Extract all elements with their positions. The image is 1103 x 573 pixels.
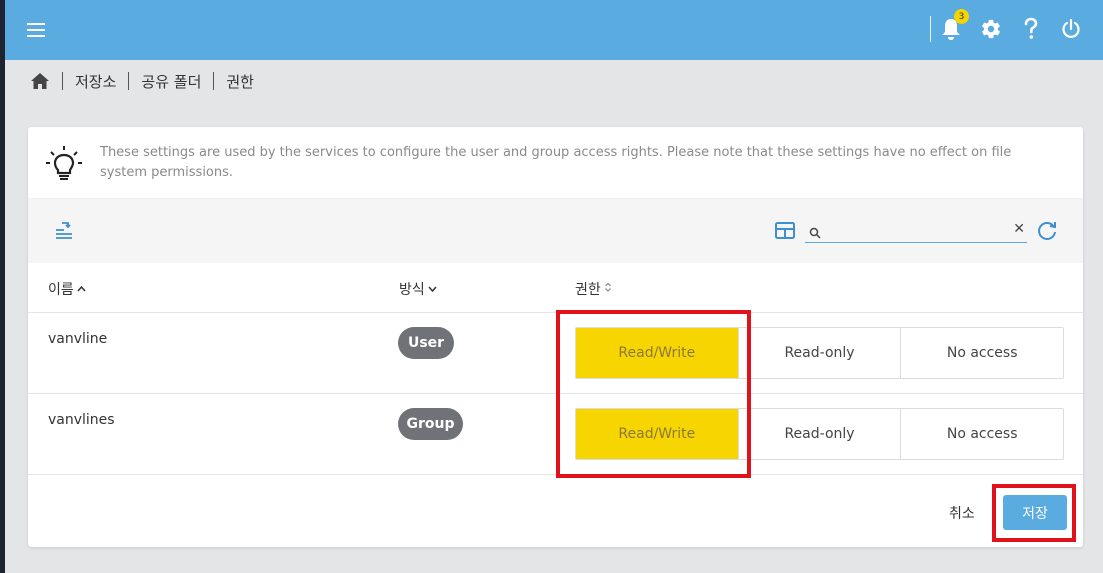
topbar-divider — [930, 16, 931, 42]
cancel-button[interactable]: 취소 — [949, 503, 975, 523]
help-button[interactable] — [1016, 14, 1046, 44]
search-icon — [809, 224, 821, 243]
breadcrumb-separator — [62, 72, 63, 90]
row-name: vanvlines — [48, 412, 115, 428]
search-field: ✕ — [805, 219, 1027, 243]
notifications-button[interactable]: 3 — [936, 9, 969, 44]
table-toolbar: ✕ — [28, 199, 1083, 263]
option-no-access[interactable]: No access — [900, 409, 1063, 459]
column-header-type[interactable]: 방식 — [399, 279, 437, 299]
info-panel: These settings are used by the services … — [28, 127, 1083, 199]
column-header-permission[interactable]: 권한 — [575, 279, 612, 299]
type-chip: Group — [398, 408, 463, 440]
settings-button[interactable] — [976, 14, 1006, 44]
breadcrumb-shared-folders[interactable]: 공유 폴더 — [141, 71, 201, 92]
table-row: vanvlines Group Read/Write Read-only No … — [28, 394, 1083, 475]
left-edge-bar — [0, 0, 5, 573]
power-icon — [1062, 18, 1080, 38]
breadcrumb-permissions: 권한 — [226, 72, 254, 91]
power-button[interactable] — [1056, 14, 1086, 44]
notification-badge: 3 — [954, 9, 969, 24]
option-read-only[interactable]: Read-only — [737, 328, 901, 378]
column-header-name[interactable]: 이름 — [48, 279, 86, 299]
sort-ascending-icon — [77, 281, 86, 297]
breadcrumb-separator — [128, 72, 130, 90]
info-text: These settings are used by the services … — [100, 145, 1012, 180]
home-icon[interactable] — [30, 72, 50, 90]
search-input[interactable] — [823, 221, 1003, 241]
breadcrumb-separator — [213, 72, 215, 90]
gear-icon — [982, 19, 1000, 39]
clear-search-icon[interactable]: ✕ — [1013, 221, 1025, 237]
chevron-down-icon — [428, 281, 437, 297]
top-bar: 3 — [5, 0, 1103, 60]
permission-selector: Read/Write Read-only No access — [575, 408, 1064, 460]
breadcrumb-storage[interactable]: 저장소 — [75, 71, 116, 92]
permission-selector: Read/Write Read-only No access — [575, 327, 1064, 379]
option-read-write[interactable]: Read/Write — [576, 328, 738, 378]
option-no-access[interactable]: No access — [900, 328, 1063, 378]
table-header: 이름 방식 권한 — [28, 263, 1083, 313]
sort-icon — [604, 281, 612, 297]
save-button[interactable]: 저장 — [1003, 495, 1067, 530]
grid-view-icon[interactable] — [774, 221, 796, 245]
table-row: vanvline User Read/Write Read-only No ac… — [28, 313, 1083, 394]
permissions-card: These settings are used by the services … — [28, 127, 1083, 547]
edit-permissions-icon[interactable] — [52, 221, 76, 247]
help-icon — [1024, 17, 1038, 39]
type-chip: User — [398, 327, 454, 359]
option-read-only[interactable]: Read-only — [737, 409, 901, 459]
row-name: vanvline — [48, 331, 108, 347]
breadcrumb: 저장소 공유 폴더 권한 — [30, 68, 254, 94]
menu-icon[interactable] — [27, 18, 53, 42]
refresh-icon[interactable] — [1035, 219, 1059, 247]
option-read-write[interactable]: Read/Write — [576, 409, 738, 459]
lightbulb-icon — [44, 144, 84, 188]
